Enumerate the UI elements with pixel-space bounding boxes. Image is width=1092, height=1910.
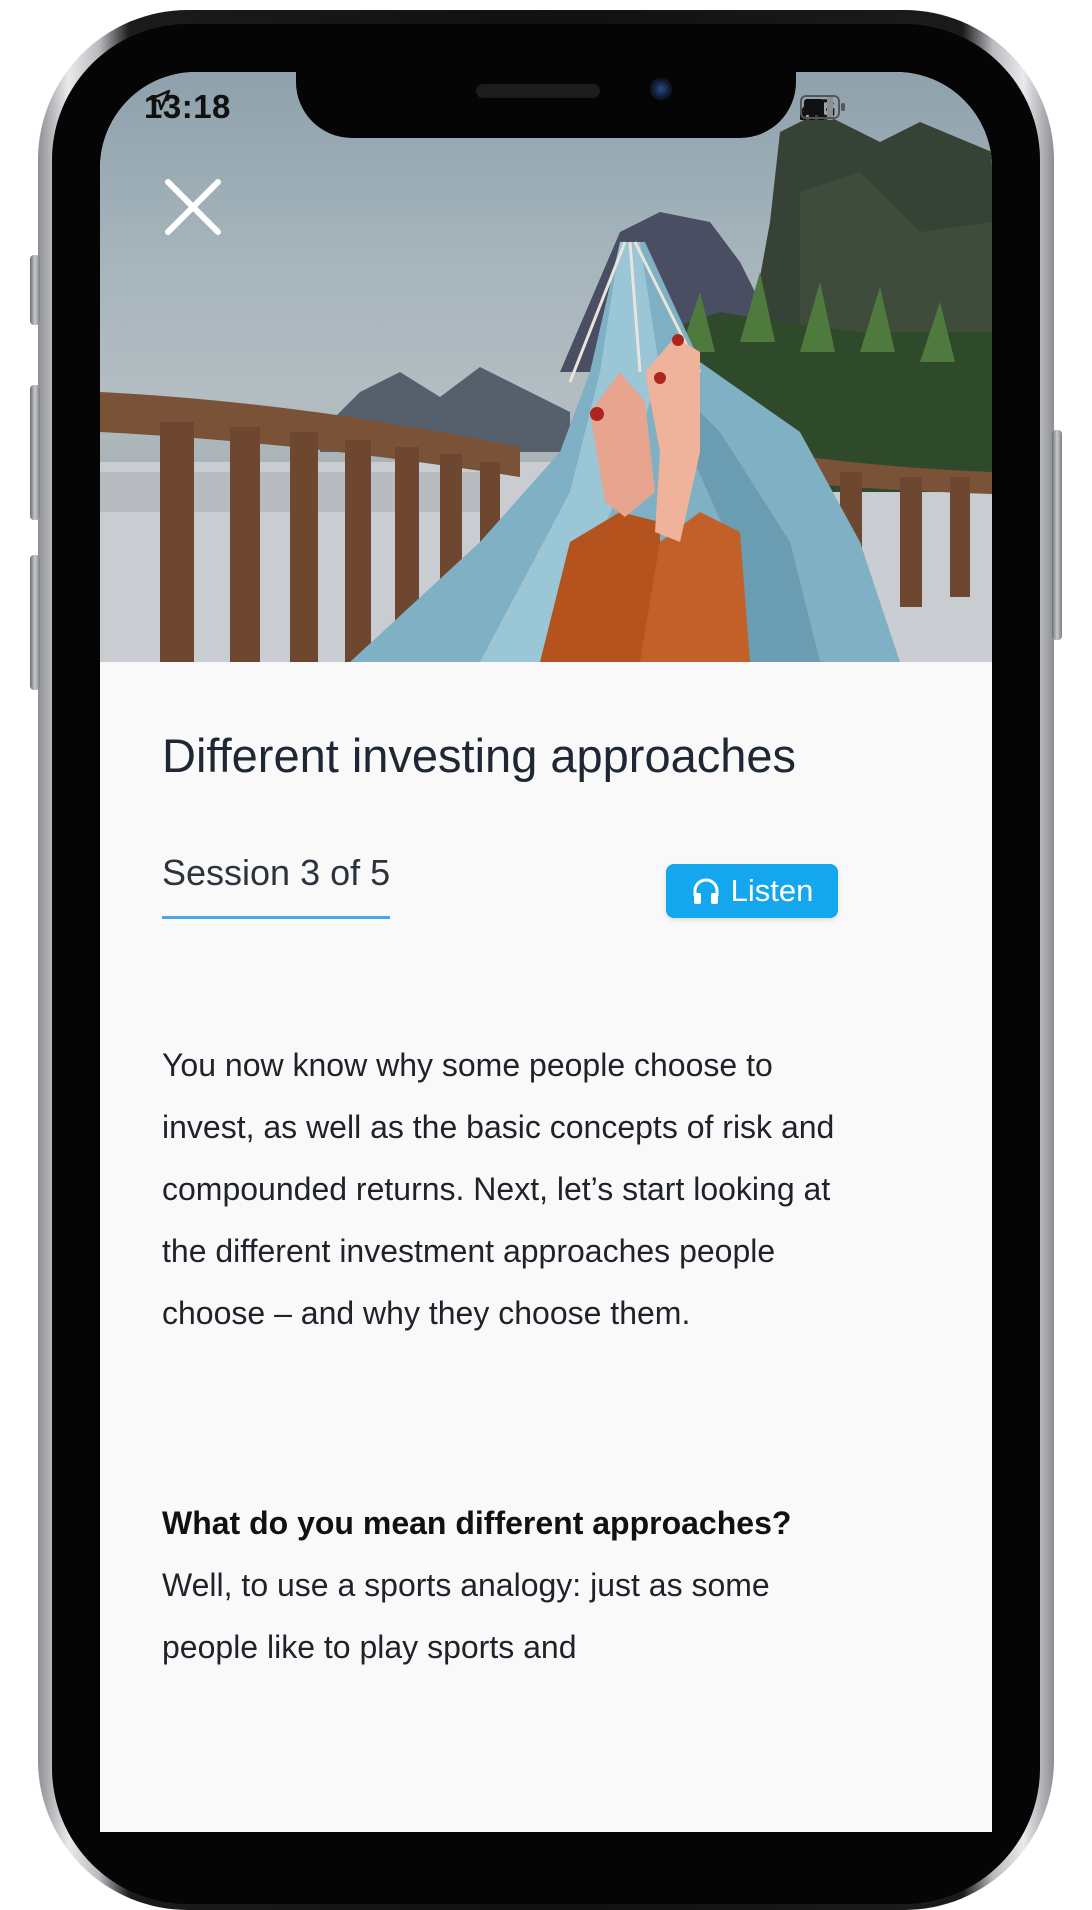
volume-down-button (30, 555, 40, 690)
status-indicators: 4G (800, 94, 845, 125)
hero-image: 13:18 4G (100, 72, 992, 662)
listen-button[interactable]: Listen (666, 864, 838, 918)
listen-label: Listen (730, 873, 814, 908)
question-heading: What do you mean different approaches? (162, 1505, 792, 1541)
status-time: 13:18 (144, 88, 231, 125)
intro-paragraph: You now know why some people choose to i… (162, 1047, 835, 1331)
session-label: Session 3 of 5 (162, 852, 391, 893)
volume-up-button (30, 385, 40, 520)
location-arrow-icon (149, 89, 171, 111)
silent-switch (30, 255, 40, 325)
headphones-icon (693, 878, 719, 904)
session-tab[interactable]: Session 3 of 5 (162, 852, 390, 919)
lesson-title: Different investing approaches (162, 729, 797, 782)
close-button[interactable] (158, 172, 228, 242)
app-screen: 13:18 4G Differe (100, 72, 992, 1832)
question-paragraph: What do you mean different approaches? W… (162, 1492, 852, 1678)
close-icon (165, 179, 221, 235)
power-button (1052, 430, 1062, 640)
hammock-image (100, 112, 992, 662)
question-body: Well, to use a sports analogy: just as s… (162, 1567, 770, 1665)
battery-icon (800, 95, 845, 119)
phone-notch (296, 72, 796, 138)
front-camera (650, 78, 672, 100)
speaker-grille (476, 84, 600, 98)
